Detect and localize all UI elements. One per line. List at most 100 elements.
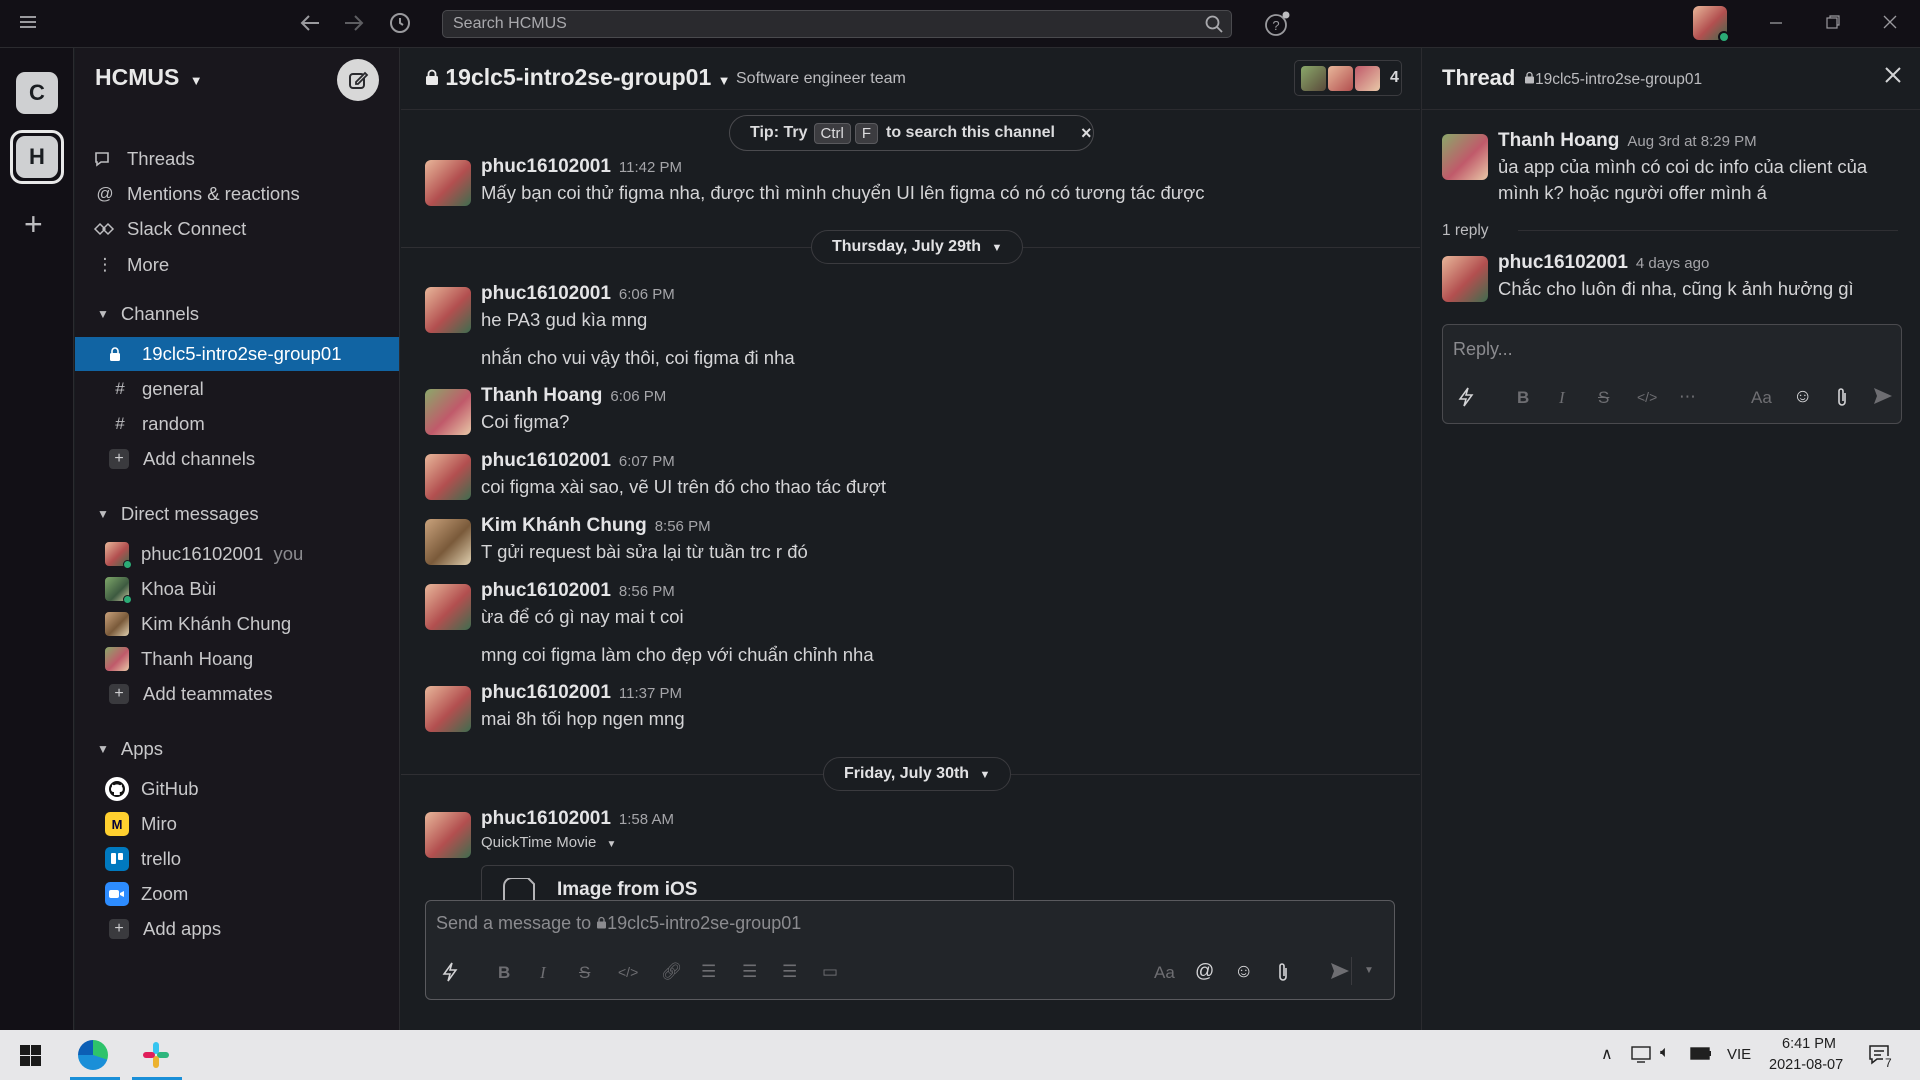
sidebar-item-slack-connect[interactable]: Slack Connect [75, 212, 399, 246]
user-avatar[interactable] [1693, 6, 1730, 43]
message-composer[interactable]: Send a message to 19clc5-intro2se-group0… [425, 900, 1395, 1000]
shortcuts-icon[interactable] [441, 962, 459, 982]
close-thread-icon[interactable] [1884, 66, 1902, 84]
minimize-icon[interactable] [1768, 14, 1784, 30]
channels-section-header[interactable]: ▼ Channels [75, 297, 399, 331]
message-time[interactable]: 8:56 PM [655, 518, 711, 535]
text-format-icon[interactable]: Aa [1751, 388, 1772, 408]
attachment-icon[interactable] [1835, 387, 1849, 407]
close-tip-icon[interactable]: × [1081, 123, 1092, 144]
sidebar-item-threads[interactable]: Threads [75, 142, 399, 176]
sidebar-item-channel-group01[interactable]: 19clc5-intro2se-group01 [75, 337, 399, 371]
link-icon[interactable]: 🔗︎ [661, 962, 683, 982]
workspace-name[interactable]: HCMUS ▼ [95, 64, 203, 91]
file-attachment-card[interactable]: Image from iOS [481, 865, 1014, 900]
sidebar-item-app-zoom[interactable]: Zoom [75, 877, 399, 911]
sidebar-item-app-trello[interactable]: trello [75, 842, 399, 876]
file-type-dropdown[interactable]: QuickTime Movie ▼ [481, 834, 616, 851]
window-close-icon[interactable] [1882, 14, 1898, 30]
message-time[interactable]: 6:06 PM [610, 388, 666, 405]
channel-name-button[interactable]: 19clc5-intro2se-group01 ▼ [425, 64, 731, 91]
avatar[interactable] [425, 160, 471, 206]
edge-browser-icon[interactable] [78, 1040, 108, 1070]
message-time[interactable]: 6:06 PM [619, 286, 675, 303]
message-author[interactable]: phuc16102001 [481, 808, 611, 829]
emoji-icon[interactable]: ☺ [1234, 961, 1253, 983]
strikethrough-icon[interactable]: S [1598, 388, 1609, 408]
thread-reply-composer[interactable]: Reply... B I S </> ⋯ Aa ☺ [1442, 324, 1902, 424]
sidebar-item-more[interactable]: ⋮ More [75, 248, 399, 282]
message-author[interactable]: phuc16102001 [481, 450, 611, 471]
composer-input[interactable]: Send a message to 19clc5-intro2se-group0… [436, 913, 801, 934]
avatar[interactable] [425, 454, 471, 500]
message-author[interactable]: phuc16102001 [481, 156, 611, 177]
sidebar-item-dm-thanh[interactable]: Thanh Hoang [75, 642, 399, 676]
send-icon[interactable] [1873, 387, 1893, 405]
italic-icon[interactable]: I [1559, 388, 1565, 408]
battery-icon[interactable] [1690, 1047, 1712, 1061]
chevron-up-icon[interactable]: ∧ [1601, 1044, 1613, 1064]
more-formatting-icon[interactable]: ⋯ [1679, 387, 1696, 407]
message-list[interactable]: Tip: Try Ctrl F to search this channel ×… [401, 110, 1420, 900]
attachment-icon[interactable] [1276, 962, 1290, 982]
avatar[interactable] [425, 686, 471, 732]
shortcuts-icon[interactable] [1457, 387, 1475, 407]
members-button[interactable]: 4 [1294, 60, 1402, 96]
send-icon[interactable] [1330, 962, 1350, 980]
sidebar-item-app-miro[interactable]: M Miro [75, 807, 399, 841]
add-apps-button[interactable]: + Add apps [75, 912, 399, 946]
sidebar-item-dm-kim[interactable]: Kim Khánh Chung [75, 607, 399, 641]
dm-section-header[interactable]: ▼ Direct messages [75, 497, 399, 531]
avatar[interactable] [425, 812, 471, 858]
mention-icon[interactable]: @ [1195, 961, 1214, 983]
avatar[interactable] [425, 287, 471, 333]
message-time[interactable]: 6:07 PM [619, 453, 675, 470]
thread-channel-link[interactable]: 19clc5-intro2se-group01 [1524, 71, 1702, 89]
date-pill[interactable]: Thursday, July 29th ▼ [811, 230, 1024, 264]
code-icon[interactable]: </> [1637, 389, 1657, 405]
clock-date[interactable]: 2021-08-07 [1769, 1057, 1843, 1073]
back-arrow-icon[interactable] [298, 12, 322, 34]
message-time[interactable]: 11:37 PM [619, 685, 682, 702]
reply-input[interactable]: Reply... [1453, 339, 1513, 360]
sidebar-item-mentions[interactable]: @ Mentions & reactions [75, 177, 399, 211]
message-time[interactable]: 1:58 AM [619, 811, 674, 828]
date-pill[interactable]: Friday, July 30th ▼ [823, 757, 1012, 791]
slack-app-icon[interactable] [141, 1040, 171, 1070]
avatar[interactable] [1442, 256, 1488, 302]
message-time[interactable]: 11:42 PM [619, 159, 682, 176]
avatar[interactable] [1442, 134, 1488, 180]
apps-section-header[interactable]: ▼ Apps [75, 732, 399, 766]
clock-time[interactable]: 6:41 PM [1782, 1036, 1836, 1052]
blockquote-icon[interactable]: ☰ [782, 962, 797, 982]
message-author[interactable]: Kim Khánh Chung [481, 515, 647, 536]
italic-icon[interactable]: I [540, 963, 546, 983]
input-language[interactable]: VIE [1727, 1046, 1751, 1063]
add-teammates-button[interactable]: + Add teammates [75, 677, 399, 711]
message-author[interactable]: Thanh Hoang [1498, 130, 1619, 151]
avatar[interactable] [425, 519, 471, 565]
code-icon[interactable]: </> [618, 964, 638, 980]
text-format-icon[interactable]: Aa [1154, 963, 1175, 983]
message-author[interactable]: phuc16102001 [481, 580, 611, 601]
emoji-icon[interactable]: ☺ [1793, 386, 1812, 408]
menu-icon[interactable] [20, 14, 38, 30]
send-options-chevron-icon[interactable]: ▼ [1364, 965, 1374, 976]
avatar[interactable] [425, 389, 471, 435]
windows-start-icon[interactable] [20, 1045, 41, 1066]
help-icon[interactable]: ? [1264, 11, 1292, 37]
network-icon[interactable] [1631, 1045, 1651, 1063]
strikethrough-icon[interactable]: S [579, 963, 590, 983]
sidebar-item-dm-khoa[interactable]: Khoa Bùi [75, 572, 399, 606]
avatar[interactable] [425, 584, 471, 630]
bold-icon[interactable]: B [1517, 388, 1529, 408]
add-channels-button[interactable]: + Add channels [75, 442, 399, 476]
sidebar-item-channel-random[interactable]: # random [75, 407, 399, 441]
message-time[interactable]: 8:56 PM [619, 583, 675, 600]
compose-button[interactable] [337, 59, 379, 101]
bold-icon[interactable]: B [498, 963, 510, 983]
message-author[interactable]: Thanh Hoang [481, 385, 602, 406]
message-author[interactable]: phuc16102001 [1498, 252, 1628, 273]
message-time[interactable]: 4 days ago [1636, 255, 1709, 272]
message-author[interactable]: phuc16102001 [481, 283, 611, 304]
